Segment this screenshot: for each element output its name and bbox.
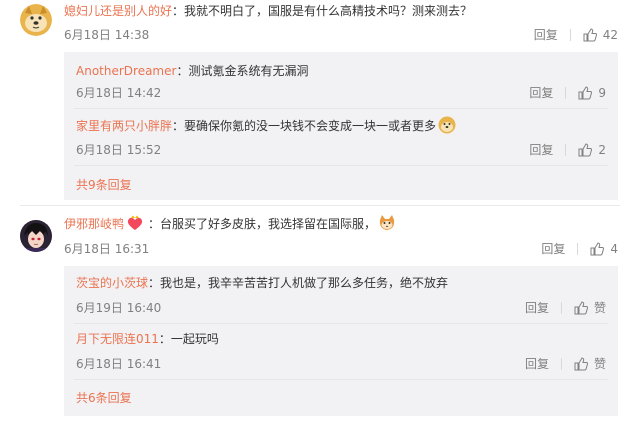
reply-divider: [74, 108, 608, 109]
reply-box: 茨宝的小茨球：我也是，我辛辛苦苦打人机做了那么多任务，绝不放弃 6月19日 16…: [64, 266, 618, 416]
reply-actions: 回复 2: [529, 142, 606, 158]
reply-text-line: AnotherDreamer：测试氪金系统有无漏洞: [76, 62, 308, 80]
reply-text-line: 月下无限连011：一起玩吗: [76, 330, 219, 348]
reply-divider: [74, 323, 608, 324]
thumbs-up-icon[interactable]: [583, 28, 597, 42]
thumbs-up-icon[interactable]: [574, 357, 588, 371]
comment-text: ：台服买了好多皮肤，我选择留在国际服，: [148, 217, 377, 231]
reply-text: ：我也是，我辛辛苦苦打人机做了那么多任务，绝不放弃: [148, 276, 449, 290]
reply-text: ：一起玩吗: [158, 332, 219, 346]
heart-crown-icon: [126, 214, 144, 232]
reply-divider: [74, 379, 608, 380]
reply-text: ：测试氪金系统有无漏洞: [176, 64, 309, 78]
reply-text: ：要确保你氪的没一块钱不会变成一块一或者更多: [172, 119, 437, 133]
action-separator: [577, 243, 579, 255]
thumbs-up-icon[interactable]: [590, 242, 605, 256]
reply-divider: [74, 165, 608, 166]
doge-avatar-icon[interactable]: [20, 4, 52, 36]
comment-time: 6月18日 14:38: [64, 28, 150, 42]
comment-time: 6月18日 16:31: [64, 242, 150, 256]
reply-text-line: 茨宝的小茨球：我也是，我辛辛苦苦打人机做了那么多任务，绝不放弃: [76, 274, 448, 292]
like-count: 2: [598, 143, 606, 157]
doge-emoji-icon: [438, 116, 456, 134]
reply-text-line: 家里有两只小胖胖：要确保你氪的没一块钱不会变成一块一或者更多: [76, 116, 456, 135]
action-separator: [560, 358, 562, 370]
reply-actions: 回复 9: [529, 85, 606, 101]
like-count: 9: [598, 86, 606, 100]
thumbs-up-icon[interactable]: [578, 143, 593, 157]
reply-button[interactable]: 回复: [534, 27, 558, 43]
thumbs-up-icon[interactable]: [578, 86, 593, 100]
like-label[interactable]: 赞: [594, 300, 606, 316]
reply-button[interactable]: 回复: [525, 300, 549, 316]
reply-time: 6月18日 16:41: [76, 357, 162, 371]
action-separator: [565, 87, 567, 99]
reply-button[interactable]: 回复: [529, 142, 553, 158]
reply-username[interactable]: 茨宝的小茨球: [76, 276, 148, 290]
comment-actions: 回复 42: [534, 27, 618, 43]
action-separator: [569, 29, 571, 41]
thumbs-up-icon[interactable]: [574, 301, 588, 315]
reply-actions: 回复 赞: [525, 300, 606, 316]
comment-divider: [20, 205, 620, 206]
cat-emoji-icon: [378, 214, 396, 232]
reply-actions: 回复 赞: [525, 356, 606, 372]
comment-username[interactable]: 媳妇儿还是别人的好: [64, 4, 172, 18]
reply-username[interactable]: 月下无限连011: [76, 332, 159, 346]
comment-username[interactable]: 伊邪那岐鸭: [64, 217, 124, 231]
more-replies-link[interactable]: 共9条回复: [76, 177, 132, 193]
anime-avatar-icon[interactable]: [20, 220, 52, 252]
comment-text-line: 媳妇儿还是别人的好：我就不明白了，国服是有什么高精技术吗？测来测去？: [64, 2, 472, 20]
reply-box: AnotherDreamer：测试氪金系统有无漏洞 6月18日 14:42 回复…: [64, 52, 618, 200]
comment-text: ：我就不明白了，国服是有什么高精技术吗？测来测去？: [172, 4, 473, 18]
reply-button[interactable]: 回复: [525, 356, 549, 372]
comment-actions: 回复 4: [541, 241, 618, 257]
like-count: 42: [602, 28, 618, 42]
reply-button[interactable]: 回复: [541, 241, 565, 257]
reply-username[interactable]: 家里有两只小胖胖: [76, 119, 172, 133]
like-count: 4: [610, 242, 618, 256]
reply-time: 6月19日 16:40: [76, 301, 162, 315]
action-separator: [560, 302, 562, 314]
reply-time: 6月18日 14:42: [76, 86, 162, 100]
reply-username[interactable]: AnotherDreamer: [76, 64, 176, 78]
more-replies-link[interactable]: 共6条回复: [76, 390, 132, 406]
reply-time: 6月18日 15:52: [76, 143, 162, 157]
reply-button[interactable]: 回复: [529, 85, 553, 101]
like-label[interactable]: 赞: [594, 356, 606, 372]
action-separator: [565, 144, 567, 156]
comment-text-line: 伊邪那岐鸭 ：台服买了好多皮肤，我选择留在国际服，: [64, 214, 396, 233]
